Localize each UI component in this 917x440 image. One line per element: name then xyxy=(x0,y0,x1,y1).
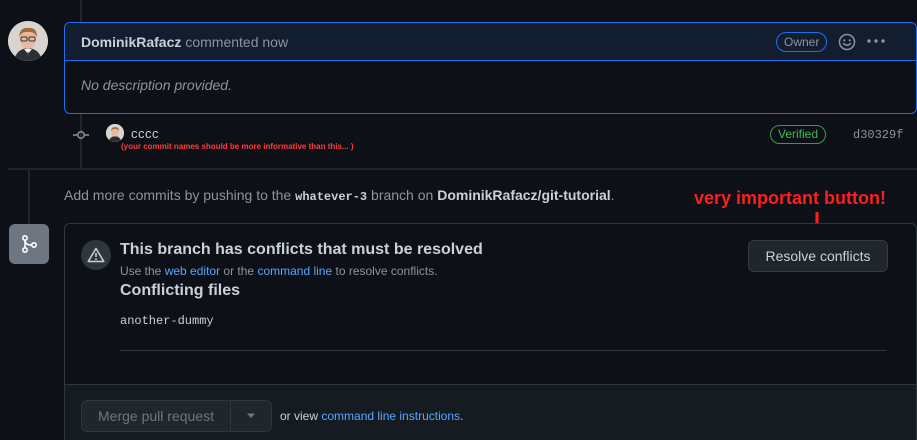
conflict-separator xyxy=(120,350,887,351)
push-info-text: Add more commits by pushing to the whate… xyxy=(64,187,615,204)
comment-timestamp[interactable]: commented now xyxy=(185,34,288,50)
branch-name: whatever-3 xyxy=(295,190,368,204)
triangle-down-icon[interactable] xyxy=(231,401,271,431)
web-editor-link[interactable]: web editor xyxy=(165,264,220,278)
smiley-icon[interactable] xyxy=(837,32,857,52)
timeline-line-top xyxy=(80,0,82,22)
comment-body: No description provided. xyxy=(81,77,232,93)
comment-card: DominikRafacz commented now Owner No des… xyxy=(64,22,917,114)
kebab-icon[interactable] xyxy=(865,31,887,51)
conflict-help-prefix: Use the xyxy=(120,264,162,278)
pull-request-timeline: DominikRafacz commented now Owner No des… xyxy=(0,0,917,440)
repo-link[interactable]: DominikRafacz/git-tutorial xyxy=(437,187,610,203)
comment-author-link[interactable]: DominikRafacz xyxy=(81,34,181,50)
push-info-middle: branch on xyxy=(371,187,434,203)
merge-pull-request-button[interactable]: Merge pull request xyxy=(82,401,231,431)
conflict-help-text: Use the web editor or the command line t… xyxy=(120,264,438,278)
annotation-text: very important button! xyxy=(694,188,886,208)
commit-message-link[interactable]: cccc xyxy=(131,126,159,141)
conflicting-file-item: another-dummy xyxy=(120,314,214,328)
merge-footer: Merge pull request or view command line … xyxy=(65,384,916,440)
command-line-instructions-link[interactable]: command line instructions xyxy=(321,409,460,423)
merge-alt-suffix: . xyxy=(460,409,464,423)
avatar[interactable] xyxy=(8,21,48,61)
avatar-image xyxy=(8,21,48,61)
conflict-title: This branch has conflicts that must be r… xyxy=(120,241,483,258)
timeline-line-commit xyxy=(80,114,82,168)
commit-annotation-note: (your commit names should be more inform… xyxy=(121,142,354,151)
commit-sha-link[interactable]: d30329f xyxy=(853,128,903,142)
git-merge-icon xyxy=(9,224,49,264)
merge-conflict-panel: This branch has conflicts that must be r… xyxy=(64,223,917,440)
merge-button-group: Merge pull request xyxy=(81,400,272,432)
command-line-link[interactable]: command line xyxy=(257,264,332,278)
resolve-conflicts-button[interactable]: Resolve conflicts xyxy=(748,240,888,272)
owner-badge: Owner xyxy=(776,32,828,52)
merge-alt-text: or view command line instructions. xyxy=(280,409,463,423)
alert-icon xyxy=(81,240,111,270)
push-info-prefix: Add more commits by pushing to the xyxy=(64,187,292,203)
verified-badge[interactable]: Verified xyxy=(770,125,827,144)
conflicting-files-heading: Conflicting files xyxy=(120,282,240,299)
push-info-suffix: . xyxy=(610,187,615,203)
conflict-help-or: or the xyxy=(223,264,255,278)
git-commit-icon xyxy=(73,128,89,140)
conflict-help-suffix: to resolve conflicts. xyxy=(335,264,438,278)
merge-alt-prefix: or view xyxy=(280,409,319,423)
timeline-line-bottom xyxy=(28,170,30,224)
timeline-divider xyxy=(8,168,917,170)
commit-avatar[interactable] xyxy=(106,124,124,142)
